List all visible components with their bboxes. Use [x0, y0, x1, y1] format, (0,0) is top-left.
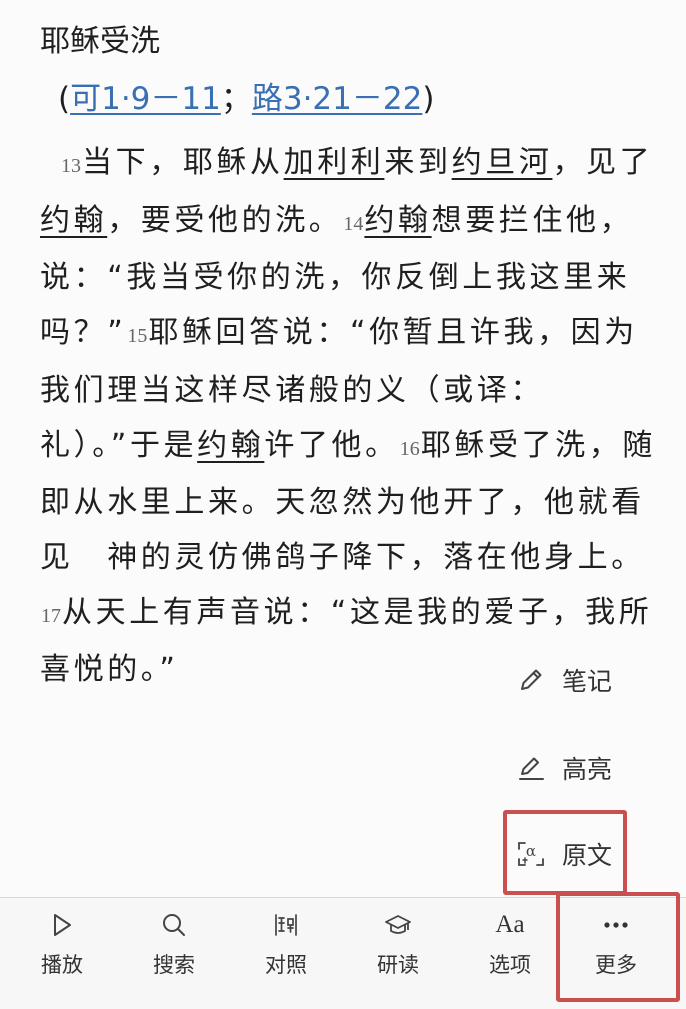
pencil-icon: [514, 663, 548, 697]
verse-13-text-d: ，要受他的洗。: [107, 202, 343, 238]
annotation-box-original: [503, 810, 627, 895]
verse-13-text-c: ，见了: [552, 145, 654, 180]
person-name-john[interactable]: 约翰: [197, 428, 264, 463]
tab-options[interactable]: Aa 选项: [454, 898, 566, 1009]
tab-compare-label: 对照: [265, 953, 307, 977]
tab-options-label: 选项: [489, 953, 531, 977]
note-button[interactable]: 笔记: [514, 652, 612, 708]
place-name-jordan[interactable]: 约旦河: [452, 145, 553, 180]
scripture-text[interactable]: 13当下，耶稣从加利利来到约旦河，见了约翰，要受他的洗。14约翰想要拦住他，说：…: [40, 136, 656, 698]
play-icon: [48, 910, 76, 940]
tab-search-label: 搜索: [153, 953, 195, 977]
cross-ref-mark[interactable]: 可1·9－11: [70, 81, 221, 117]
ref-close-paren: ): [422, 81, 435, 117]
verse-15-text-b: 许了他。: [264, 427, 399, 463]
ref-separator: ；: [220, 81, 252, 117]
verse-number-16: 16: [399, 437, 420, 460]
highlighter-icon: [514, 751, 548, 785]
place-name-galilee[interactable]: 加利利: [284, 145, 385, 180]
search-icon: [160, 910, 188, 940]
cross-references: (可1·9－11；路3·21－22): [58, 78, 434, 120]
tab-study-label: 研读: [377, 953, 419, 977]
ref-open-paren: (: [58, 81, 71, 117]
options-glyph: Aa: [495, 911, 525, 938]
person-name-john[interactable]: 约翰: [364, 203, 431, 238]
graduation-cap-icon: [384, 910, 412, 940]
tab-study[interactable]: 研读: [342, 898, 454, 1009]
verse-number-15: 15: [127, 325, 148, 348]
verse-number-14: 14: [343, 212, 364, 235]
verse-number-13: 13: [61, 155, 81, 177]
annotation-box-more: [556, 892, 680, 1002]
tab-search[interactable]: 搜索: [118, 898, 230, 1009]
text-size-icon: Aa: [495, 910, 524, 940]
verse-13-text-a: 当下，耶稣从: [82, 145, 284, 180]
verse-13-text-b: 来到: [384, 145, 452, 180]
highlight-button[interactable]: 高亮: [514, 740, 612, 796]
person-name-john[interactable]: 约翰: [40, 203, 107, 238]
verse-number-17: 17: [41, 604, 61, 627]
tab-play-label: 播放: [41, 953, 83, 977]
section-heading: 耶稣受洗: [40, 24, 160, 59]
tab-compare[interactable]: 对照: [230, 898, 342, 1009]
parallel-text-icon: [272, 910, 300, 940]
tab-play[interactable]: 播放: [6, 898, 118, 1009]
note-label: 笔记: [562, 667, 613, 696]
highlight-label: 高亮: [562, 755, 613, 784]
cross-ref-luke[interactable]: 路3·21－22: [252, 81, 422, 117]
